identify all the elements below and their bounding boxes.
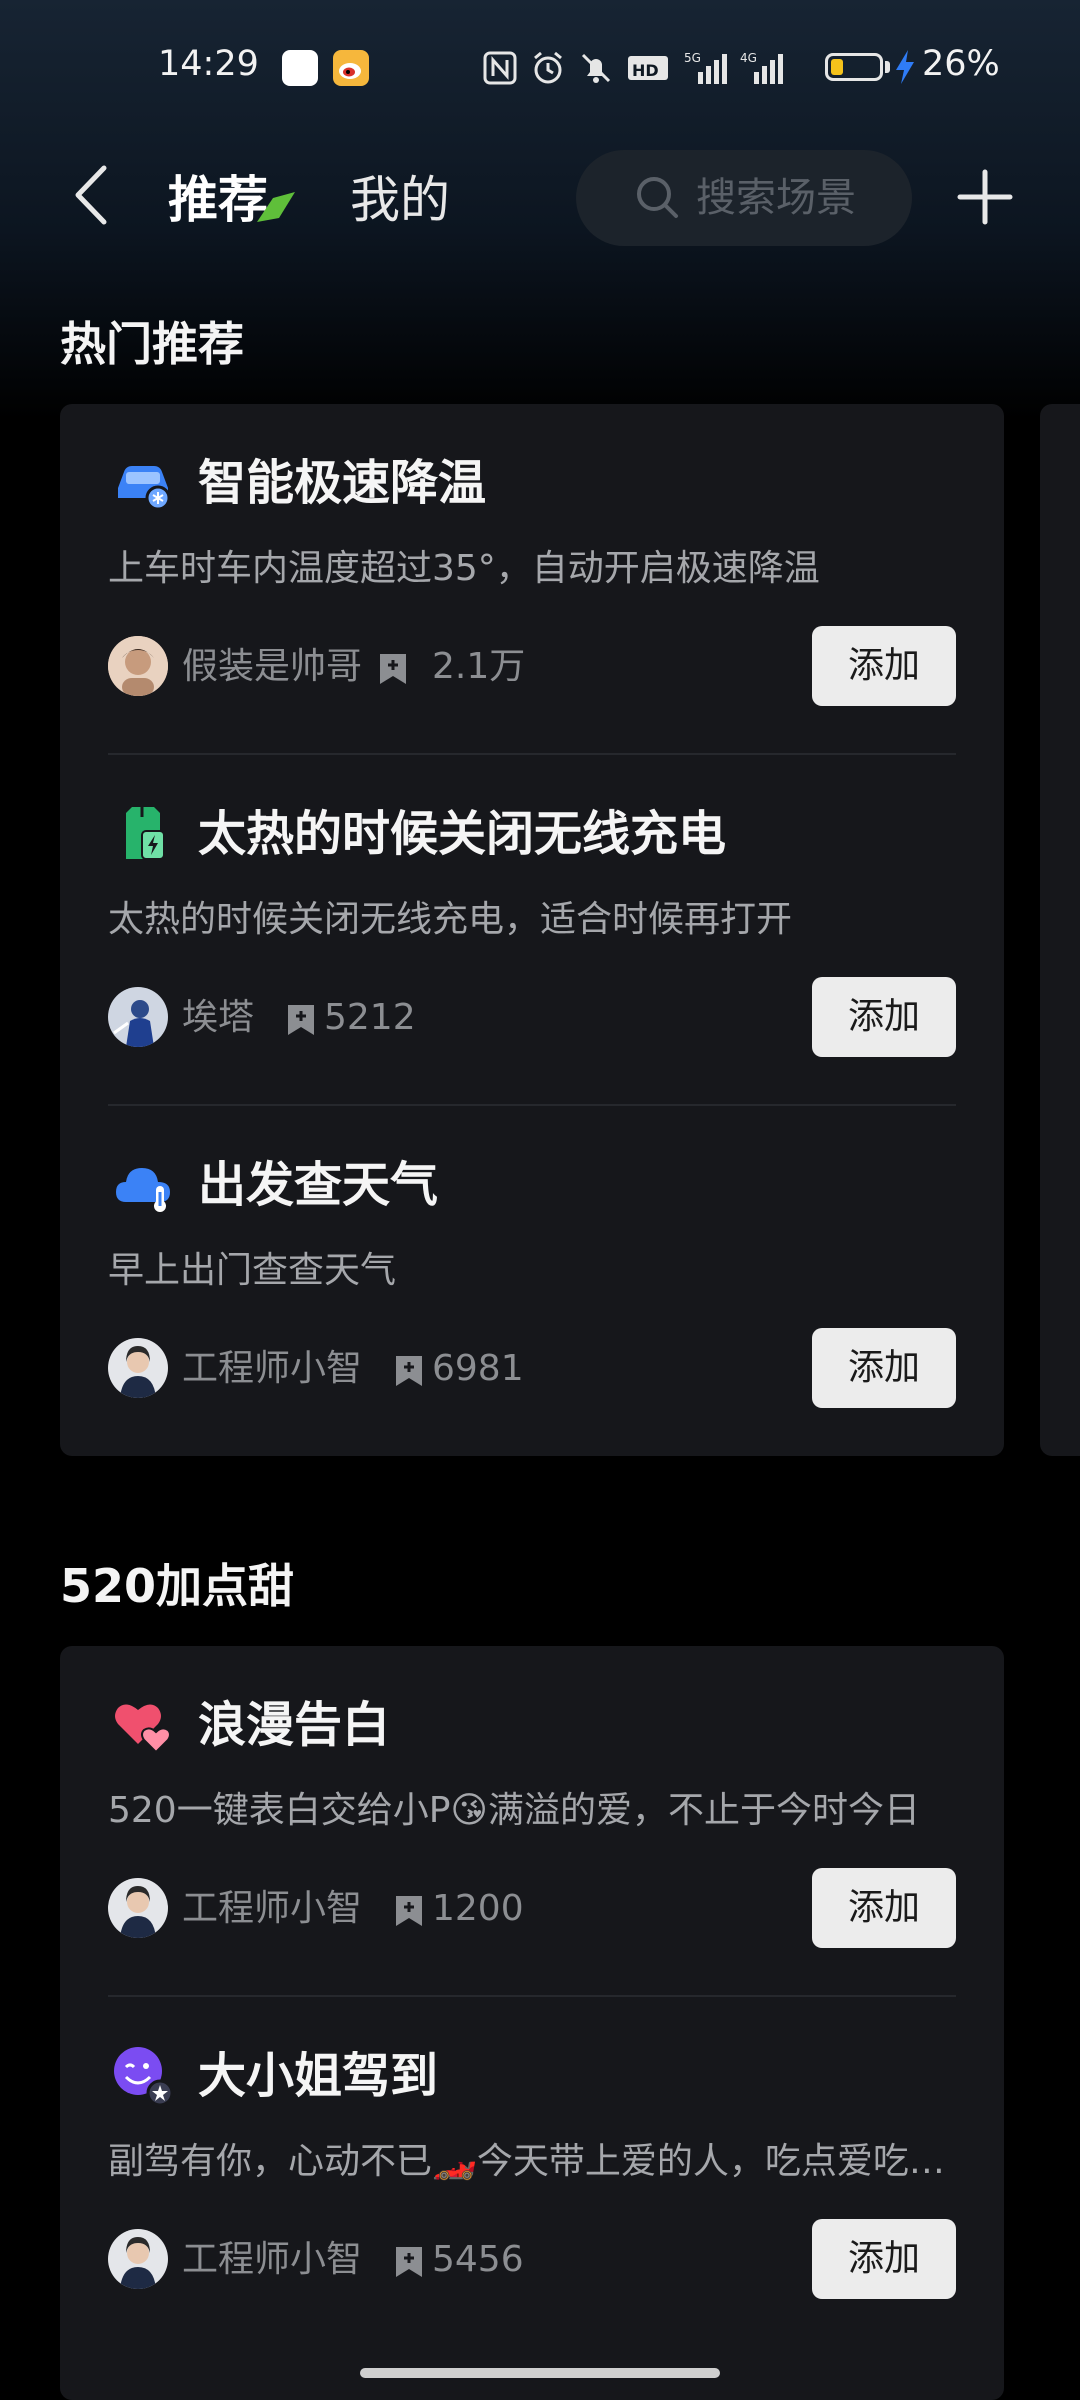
cloud-weather-icon <box>116 1168 170 1212</box>
battery-fill <box>831 59 843 75</box>
nfc-icon <box>483 51 517 85</box>
white-app-icon <box>282 50 318 86</box>
avatar <box>108 1338 168 1398</box>
item-title: 出发查天气 <box>198 1157 439 1213</box>
battery-percent: 26% <box>922 44 1000 84</box>
item-description: 520一键表白交给小P😘满溢的爱，不止于今时今日 <box>108 1790 920 1831</box>
save-count: 1200 <box>432 1888 524 1929</box>
svg-text:4G: 4G <box>740 51 757 65</box>
4g-signal-icon: 4G <box>740 51 783 84</box>
avatar <box>108 2229 168 2289</box>
plus-icon[interactable] <box>956 168 1014 226</box>
avatar <box>108 636 168 696</box>
charging-icon <box>896 50 914 84</box>
save-count: 6981 <box>432 1348 524 1389</box>
list-item[interactable]: 浪漫告白 520一键表白交给小P😘满溢的爱，不止于今时今日 工程师小智 1200… <box>60 1646 1004 1997</box>
alarm-icon <box>534 51 562 84</box>
item-description: 副驾有你，心动不已🏎️今天带上爱的人，吃点爱吃… <box>108 2141 945 2182</box>
item-title: 智能极速降温 <box>198 455 487 511</box>
chevron-left-icon[interactable] <box>64 160 124 230</box>
5g-signal-icon: 5G <box>684 51 727 84</box>
author-name: 工程师小智 <box>182 1348 363 1389</box>
save-count: 5212 <box>324 997 416 1038</box>
avatar <box>108 1878 168 1938</box>
item-description: 上车时车内温度超过35°，自动开启极速降温 <box>108 548 820 589</box>
add-button[interactable]: 添加 <box>812 977 956 1057</box>
add-button[interactable]: 添加 <box>812 1328 956 1408</box>
wireless-charge-icon <box>126 807 165 860</box>
list-item[interactable]: 太热的时候关闭无线充电 太热的时候关闭无线充电，适合时候再打开 埃塔 5212 … <box>60 755 1004 1106</box>
item-title: 浪漫告白 <box>198 1697 391 1753</box>
mute-bell-icon <box>581 53 611 83</box>
hearts-icon <box>115 1704 171 1754</box>
add-button[interactable]: 添加 <box>812 1868 956 1948</box>
search-placeholder: 搜索场景 <box>696 175 856 221</box>
card-hot-recommend: 智能极速降温 上车时车内温度超过35°，自动开启极速降温 假装是帅哥 2.1万 … <box>60 404 1004 1456</box>
bookmark-plus-icon <box>396 1896 422 1926</box>
battery-icon <box>825 53 883 81</box>
item-title: 大小姐驾到 <box>198 2048 439 2104</box>
save-count: 2.1万 <box>432 646 526 687</box>
svg-text:5G: 5G <box>684 51 701 65</box>
list-item[interactable]: 大小姐驾到 副驾有你，心动不已🏎️今天带上爱的人，吃点爱吃… 工程师小智 545… <box>60 1997 1004 2348</box>
status-time: 14:29 <box>158 44 259 84</box>
list-item[interactable]: 出发查天气 早上出门查查天气 工程师小智 6981 添加 <box>60 1106 1004 1457</box>
add-button[interactable]: 添加 <box>812 2219 956 2299</box>
bookmark-plus-icon <box>396 2247 422 2277</box>
active-tab-indicator <box>257 192 295 222</box>
battery-tip <box>885 61 890 73</box>
bookmark-plus-icon <box>288 1005 314 1035</box>
item-title: 太热的时候关闭无线充电 <box>198 806 727 862</box>
wink-face-icon <box>114 2047 174 2107</box>
author-name: 埃塔 <box>182 997 255 1038</box>
author-name: 工程师小智 <box>182 2239 363 2280</box>
tab-mine[interactable]: 我的 <box>350 168 450 232</box>
search-input[interactable]: 搜索场景 <box>576 150 912 246</box>
section-title-hot: 热门推荐 <box>60 317 244 371</box>
next-card-peek[interactable] <box>1040 404 1080 1456</box>
card-520: 浪漫告白 520一键表白交给小P😘满溢的爱，不止于今时今日 工程师小智 1200… <box>60 1646 1004 2400</box>
svg-text:HD: HD <box>632 61 659 80</box>
home-indicator[interactable] <box>360 2368 720 2378</box>
bookmark-plus-icon <box>380 654 406 684</box>
car-cool-icon <box>118 466 171 511</box>
save-count: 5456 <box>432 2239 524 2280</box>
weibo-icon <box>333 50 369 86</box>
avatar <box>108 987 168 1047</box>
bookmark-plus-icon <box>396 1356 422 1386</box>
search-icon <box>637 177 678 218</box>
status-bar: 14:29 HD 5G 4G 26% <box>0 0 1080 140</box>
list-item[interactable]: 智能极速降温 上车时车内温度超过35°，自动开启极速降温 假装是帅哥 2.1万 … <box>60 404 1004 755</box>
item-description: 太热的时候关闭无线充电，适合时候再打开 <box>108 899 793 940</box>
author-name: 假装是帅哥 <box>182 646 363 687</box>
hd-voice-icon: HD <box>628 56 668 80</box>
section-title-520: 520加点甜 <box>60 1559 295 1613</box>
author-name: 工程师小智 <box>182 1888 363 1929</box>
item-description: 早上出门查查天气 <box>108 1250 397 1291</box>
tab-recommend[interactable]: 推荐 <box>168 168 268 232</box>
add-button[interactable]: 添加 <box>812 626 956 706</box>
